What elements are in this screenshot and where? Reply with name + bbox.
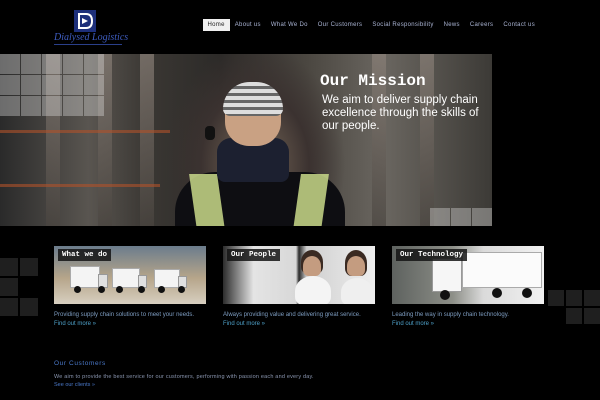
logo-underline — [54, 44, 122, 45]
card-title: What we do — [58, 249, 112, 261]
warehouse-shelf — [0, 130, 170, 133]
mission-title: Our Mission — [320, 72, 426, 90]
card-description: Providing supply chain solutions to meet… — [54, 312, 195, 318]
customers-text: We aim to provide the best service for o… — [54, 374, 314, 380]
warehouse-rack — [140, 54, 154, 226]
nav-our-customers[interactable]: Our Customers — [313, 19, 368, 31]
worker-hat — [223, 82, 283, 116]
find-out-more-link[interactable]: Find out more » — [54, 321, 206, 327]
card-title: Our Technology — [396, 249, 468, 261]
card-our-people: Our People Always providing value and de… — [223, 246, 375, 327]
card-description: Leading the way in supply chain technolo… — [392, 312, 509, 318]
headset-icon — [205, 126, 215, 140]
card-description: Always providing value and delivering gr… — [223, 312, 361, 318]
find-out-more-link[interactable]: Find out more » — [223, 321, 375, 327]
nav-careers[interactable]: Careers — [465, 19, 498, 31]
nav-what-we-do[interactable]: What We Do — [266, 19, 313, 31]
site-header: Dialysed Logistics Home About us What We… — [0, 0, 600, 50]
nav-social-responsibility[interactable]: Social Responsibility — [367, 19, 438, 31]
warehouse-shelf — [0, 184, 160, 187]
customers-title: Our Customers — [54, 360, 106, 367]
logo-text: Dialysed Logistics — [54, 32, 129, 43]
main-nav: Home About us What We Do Our Customers S… — [202, 19, 540, 31]
see-clients-link[interactable]: See our clients » — [54, 382, 95, 388]
hero-banner: Our Mission We aim to deliver supply cha… — [0, 54, 492, 226]
card-what-we-do: What we do Providing supply chain soluti… — [54, 246, 206, 327]
decorative-tiles — [0, 54, 104, 116]
card-title: Our People — [227, 249, 281, 261]
nav-home[interactable]: Home — [202, 19, 230, 31]
site-logo[interactable]: Dialysed Logistics — [54, 8, 128, 45]
mission-text: We aim to deliver supply chain excellenc… — [322, 94, 479, 132]
nav-news[interactable]: News — [439, 19, 465, 31]
worker-photo — [175, 76, 345, 226]
nav-about-us[interactable]: About us — [230, 19, 266, 31]
card-image-trucks[interactable]: What we do — [54, 246, 206, 304]
find-out-more-link[interactable]: Find out more » — [392, 321, 544, 327]
card-image-people[interactable]: Our People — [223, 246, 375, 304]
nav-contact-us[interactable]: Contact us — [498, 19, 540, 31]
card-our-technology: Our Technology Leading the way in supply… — [392, 246, 544, 327]
card-image-truck-motion[interactable]: Our Technology — [392, 246, 544, 304]
decorative-tiles — [430, 208, 492, 226]
logo-mark-icon — [74, 10, 96, 32]
customers-section: Our Customers We aim to provide the best… — [0, 336, 600, 400]
